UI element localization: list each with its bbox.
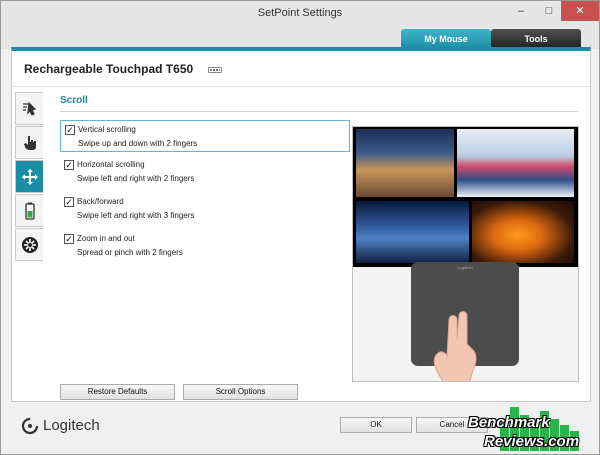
option-description: Spread or pinch with 2 fingers xyxy=(77,248,183,257)
logitech-mark-icon xyxy=(21,417,39,435)
tab-tools[interactable]: Tools xyxy=(491,29,581,49)
setpoint-window: SetPoint Settings – □ ✕ My Mouse Tools R… xyxy=(0,0,600,455)
section-divider xyxy=(60,111,578,112)
watermark-line1: Benchmark xyxy=(468,414,550,431)
scroll-options-button[interactable]: Scroll Options xyxy=(183,384,298,400)
option-back-forward[interactable]: ✓ Back/forward Swipe left and right with… xyxy=(60,193,350,225)
vertical-scrolling-checkbox[interactable]: ✓ xyxy=(65,125,75,135)
battery-icon xyxy=(24,202,35,220)
back-forward-checkbox[interactable]: ✓ xyxy=(64,197,74,207)
zoom-checkbox[interactable]: ✓ xyxy=(64,234,74,244)
option-description: Swipe up and down with 2 fingers xyxy=(78,139,198,148)
pointer-icon xyxy=(22,101,36,116)
option-zoom[interactable]: ✓ Zoom in and out Spread or pinch with 2… xyxy=(60,230,350,262)
sidebar-item-buttons[interactable] xyxy=(15,126,43,159)
sidebar xyxy=(15,92,47,262)
preview-photo-koi xyxy=(472,201,574,263)
preview-screen xyxy=(353,127,578,267)
option-label: Vertical scrolling xyxy=(78,125,136,134)
device-name: Rechargeable Touchpad T650 xyxy=(24,62,194,76)
watermark-line2: Reviews.com xyxy=(484,433,580,450)
horizontal-scrolling-checkbox[interactable]: ✓ xyxy=(64,160,74,170)
settings-panel: Rechargeable Touchpad T650 Scroll ✓ Vert… xyxy=(11,47,591,402)
option-horizontal-scrolling[interactable]: ✓ Horizontal scrolling Swipe left and ri… xyxy=(60,156,350,188)
option-label: Back/forward xyxy=(77,197,124,206)
minimize-button[interactable]: – xyxy=(507,1,535,21)
ok-button[interactable]: OK xyxy=(340,417,412,433)
hand-gesture-icon xyxy=(433,311,477,381)
title-bar: SetPoint Settings – □ ✕ xyxy=(1,1,599,25)
option-description: Swipe left and right with 2 fingers xyxy=(77,174,195,183)
sidebar-item-settings[interactable] xyxy=(15,228,43,261)
battery-level-icon xyxy=(208,67,222,73)
preview-photo-lake xyxy=(356,201,469,263)
benchmark-reviews-watermark: Benchmark Reviews.com xyxy=(464,407,598,455)
option-description: Swipe left and right with 3 fingers xyxy=(77,211,195,220)
logo-text: Logitech xyxy=(43,417,100,434)
restore-defaults-button[interactable]: Restore Defaults xyxy=(60,384,175,400)
sidebar-item-scroll[interactable] xyxy=(15,160,43,193)
touchpad-brand: Logitech xyxy=(457,265,473,270)
hand-pointer-icon xyxy=(23,135,36,150)
option-label: Horizontal scrolling xyxy=(77,160,145,169)
gesture-preview: Logitech xyxy=(352,126,579,382)
tab-my-mouse[interactable]: My Mouse xyxy=(401,29,491,49)
option-vertical-scrolling[interactable]: ✓ Vertical scrolling Swipe up and down w… xyxy=(60,120,350,152)
maximize-button[interactable]: □ xyxy=(535,1,563,21)
top-tabs: My Mouse Tools xyxy=(1,25,599,49)
preview-photo-kids xyxy=(457,129,574,197)
header-divider xyxy=(12,86,590,87)
gear-icon xyxy=(21,236,38,253)
sidebar-item-battery[interactable] xyxy=(15,194,43,227)
move-arrows-icon xyxy=(21,168,38,185)
option-label: Zoom in and out xyxy=(77,234,135,243)
section-title: Scroll xyxy=(60,95,88,106)
close-button[interactable]: ✕ xyxy=(561,1,599,21)
preview-photo-city xyxy=(356,129,454,197)
sidebar-item-pointer[interactable] xyxy=(15,92,43,125)
